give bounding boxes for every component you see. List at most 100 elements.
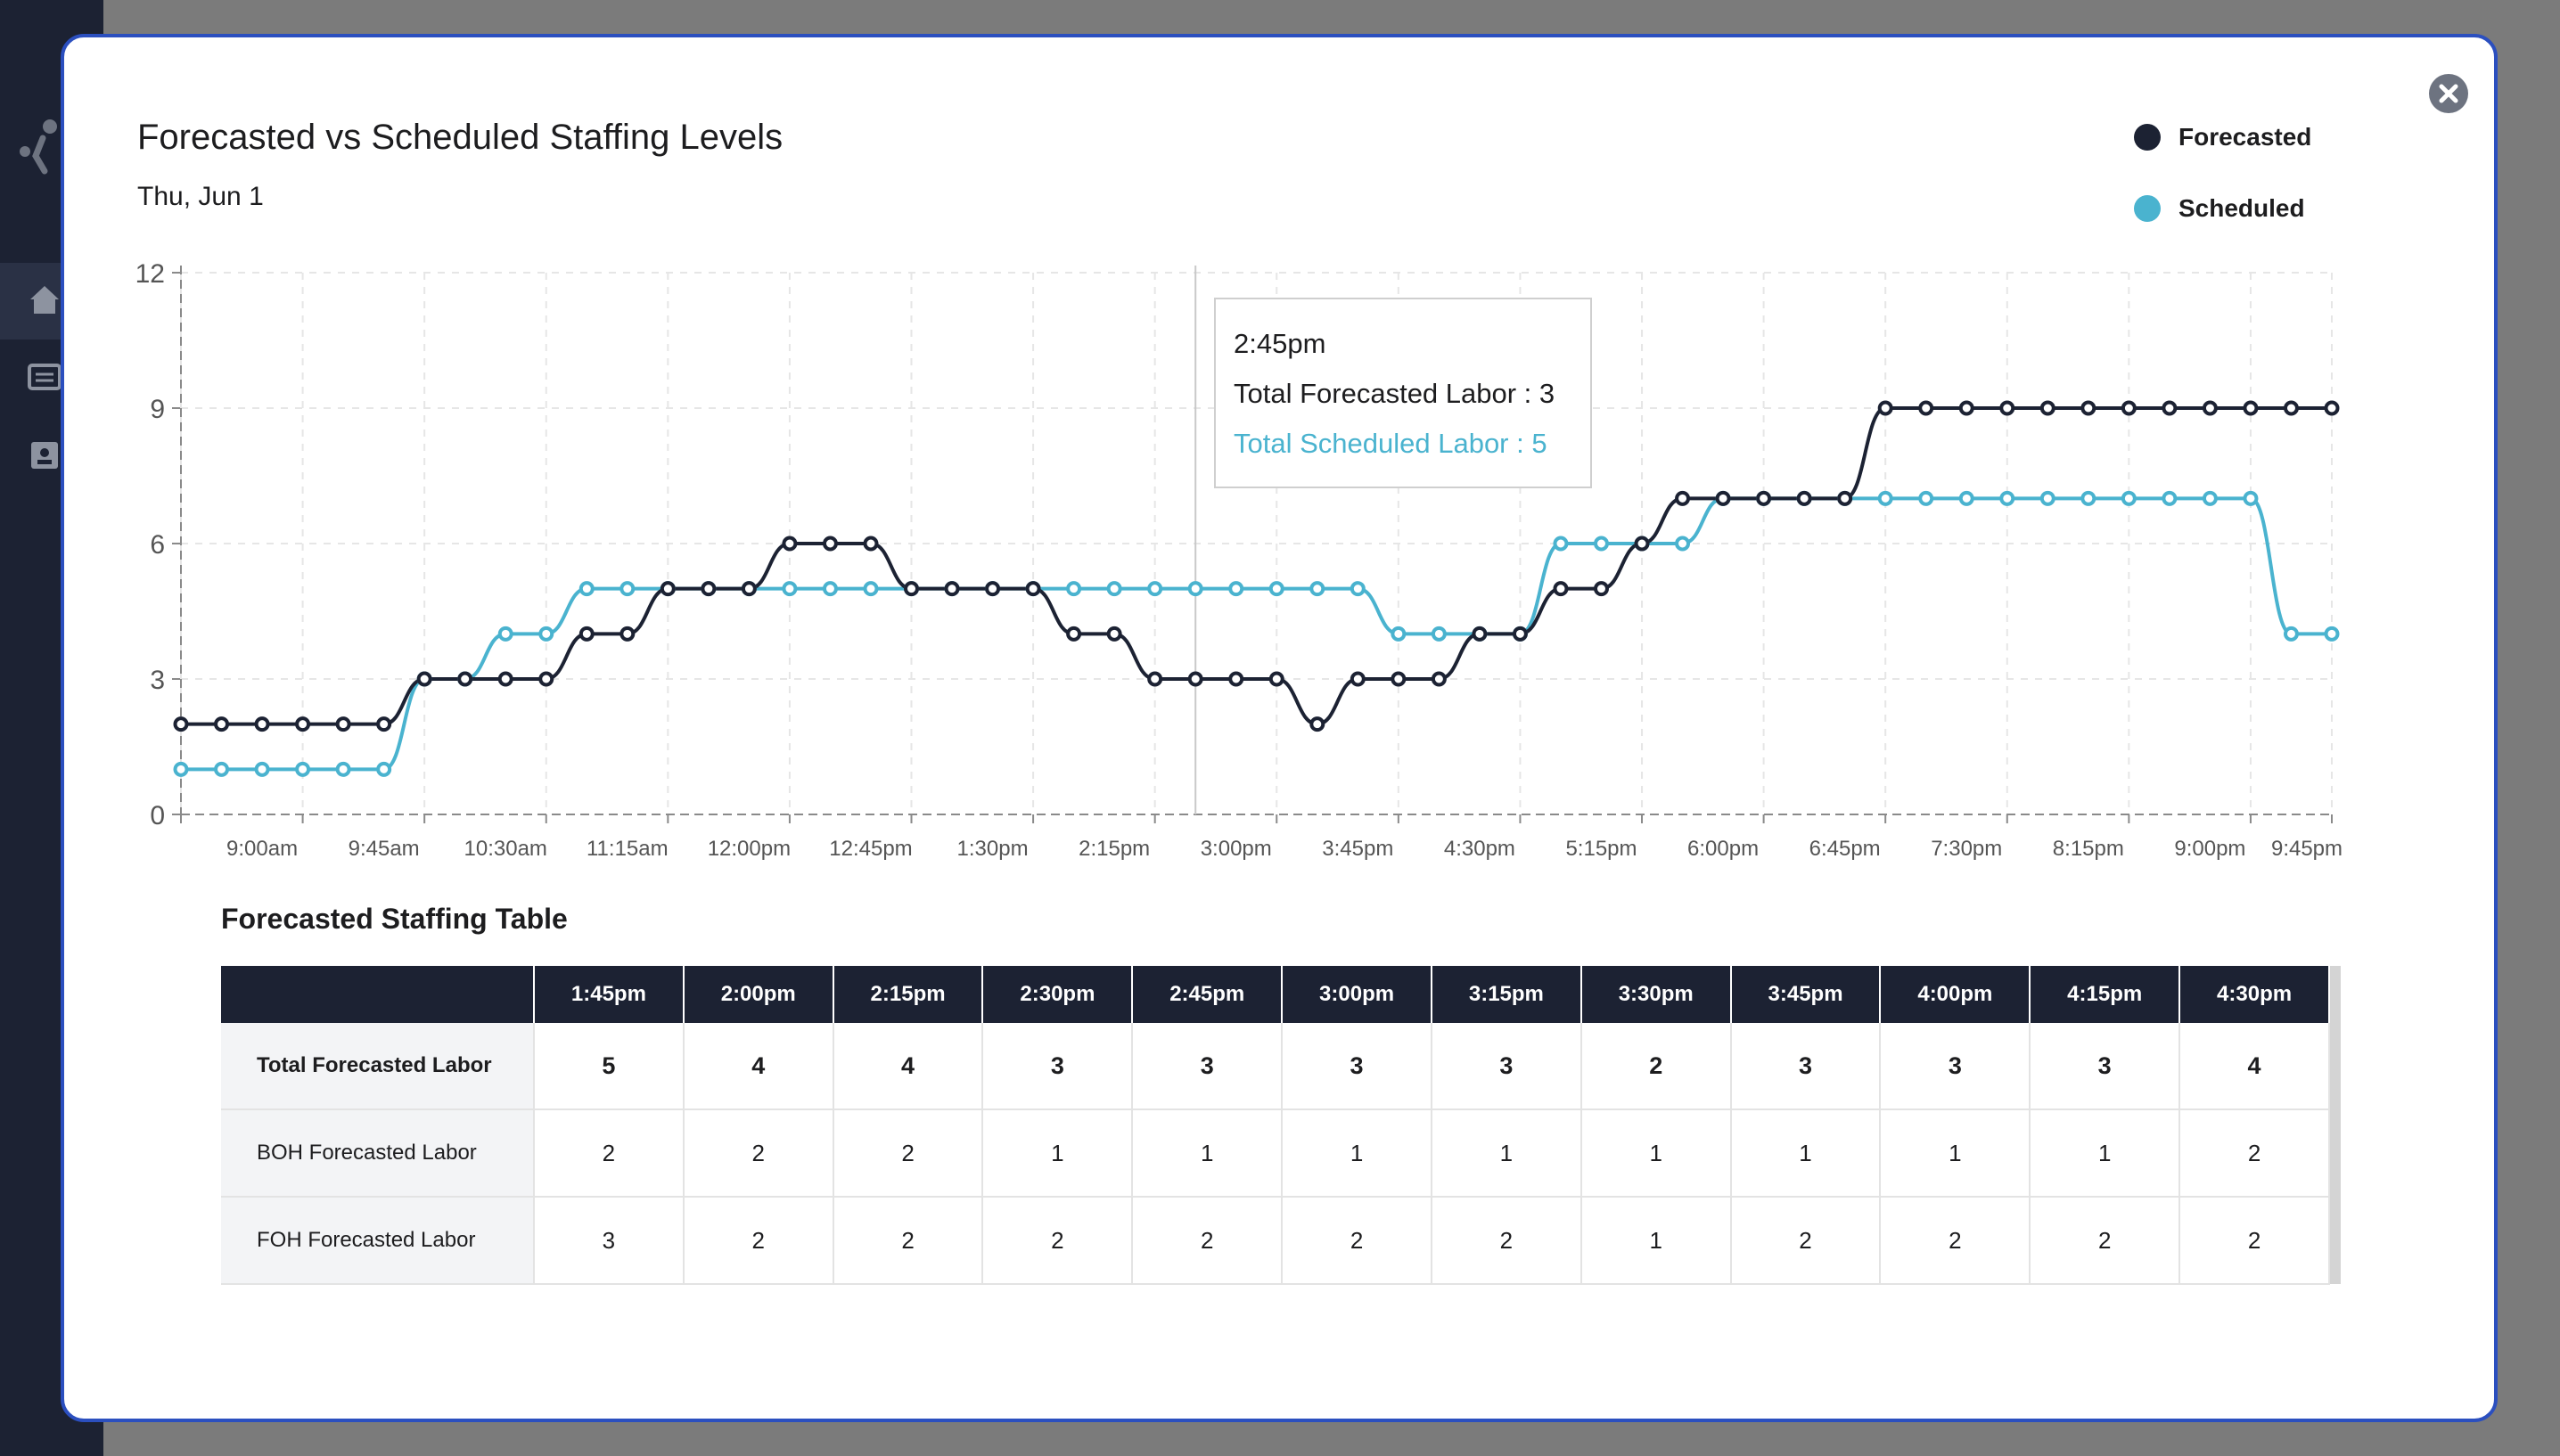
chart-tooltip: 2:45pm Total Forecasted Labor : 3 Total …	[1214, 298, 1592, 488]
table-cell: 3	[534, 1197, 685, 1285]
table-cell: 2	[683, 1109, 834, 1198]
table-cell: 2	[1431, 1197, 1582, 1285]
data-point-scheduled	[1593, 536, 1609, 552]
data-point-forecasted	[578, 626, 595, 642]
table-cell: 2	[534, 1109, 685, 1198]
y-tick-label: 0	[150, 801, 165, 830]
staffing-table-scroll[interactable]: 1:45pm 2:00pm 2:15pm 2:30pm 2:45pm 3:00pm 3:15…	[221, 966, 2341, 1322]
table-scroll-edge	[2329, 1023, 2341, 1109]
tooltip-scheduled: Total Scheduled Labor : 5	[1234, 428, 1547, 459]
data-point-forecasted	[660, 581, 676, 597]
data-point-forecasted	[741, 581, 757, 597]
table-cell: 5	[534, 1023, 685, 1110]
table-title: Forecasted Staffing Table	[221, 903, 568, 935]
data-point-forecasted	[1309, 716, 1325, 732]
x-tick-label: 12:00pm	[708, 837, 791, 861]
table-row-label: Total Forecasted Labor	[221, 1023, 535, 1110]
data-point-scheduled	[1350, 581, 1366, 597]
y-tick-label: 9	[150, 395, 165, 424]
data-point-scheduled	[1309, 581, 1325, 597]
table-column-header: 2:45pm	[1132, 966, 1284, 1023]
table-cell: 3	[1431, 1023, 1582, 1110]
table-cell: 1	[1580, 1109, 1732, 1198]
data-point-forecasted	[376, 716, 392, 732]
y-tick-label: 3	[150, 666, 165, 695]
table-cell: 1	[1730, 1109, 1882, 1198]
data-point-forecasted	[2162, 400, 2178, 416]
table-cell: 3	[1730, 1023, 1882, 1110]
data-point-scheduled	[1268, 581, 1284, 597]
badge-icon[interactable]	[27, 437, 62, 472]
data-point-forecasted	[1431, 671, 1447, 687]
tooltip-time: 2:45pm	[1234, 328, 1326, 359]
data-point-forecasted	[2039, 400, 2055, 416]
data-point-forecasted	[335, 716, 351, 732]
data-point-forecasted	[1391, 671, 1407, 687]
table-cell: 3	[2030, 1023, 2181, 1110]
data-point-forecasted	[2202, 400, 2218, 416]
data-point-forecasted	[1350, 671, 1366, 687]
data-point-forecasted	[1593, 581, 1609, 597]
data-point-scheduled	[214, 761, 230, 777]
data-point-scheduled	[1147, 581, 1163, 597]
table-cell: 2	[982, 1197, 1134, 1285]
table-column-header: 3:00pm	[1282, 966, 1432, 1023]
data-point-scheduled	[2202, 490, 2218, 506]
table-cell: 1	[2030, 1109, 2181, 1198]
table-cell: 2	[1880, 1197, 2031, 1285]
data-point-scheduled	[335, 761, 351, 777]
data-point-forecasted	[1187, 671, 1203, 687]
x-tick-label: 9:45am	[349, 837, 420, 861]
data-point-forecasted	[2121, 400, 2137, 416]
table-column-header: 2:15pm	[833, 966, 984, 1023]
data-point-scheduled	[2283, 626, 2299, 642]
x-tick-label: 10:30am	[464, 837, 547, 861]
staffing-table: 1:45pm 2:00pm 2:15pm 2:30pm 2:45pm 3:00pm 3:15…	[221, 966, 2341, 1285]
data-point-forecasted	[1918, 400, 1934, 416]
data-point-forecasted	[1553, 581, 1569, 597]
table-column-header: 1:45pm	[534, 966, 685, 1023]
data-point-forecasted	[863, 536, 879, 552]
data-point-scheduled	[822, 581, 838, 597]
table-column-header: 3:45pm	[1730, 966, 1882, 1023]
table-row-label: FOH Forecasted Labor	[221, 1197, 535, 1285]
table-cell: 1	[1282, 1109, 1432, 1198]
data-point-forecasted	[782, 536, 798, 552]
table-cell: 2	[1580, 1023, 1732, 1110]
y-tick-label: 6	[150, 530, 165, 560]
x-tick-label: 12:45pm	[829, 837, 912, 861]
table-scroll-edge	[2329, 1197, 2341, 1284]
x-tick-label: 3:45pm	[1322, 837, 1393, 861]
data-point-forecasted	[1756, 490, 1772, 506]
logo-icon[interactable]	[16, 116, 61, 178]
data-point-scheduled	[254, 761, 270, 777]
table-cell: 4	[833, 1023, 984, 1110]
table-scroll-edge	[2329, 1109, 2341, 1197]
data-point-scheduled	[1228, 581, 1244, 597]
data-point-forecasted	[701, 581, 717, 597]
data-point-scheduled	[1066, 581, 1082, 597]
data-point-forecasted	[1877, 400, 1893, 416]
x-tick-label: 4:30pm	[1444, 837, 1515, 861]
table-cell: 1	[1580, 1197, 1732, 1285]
data-point-forecasted	[1796, 490, 1812, 506]
x-tick-label: 2:15pm	[1079, 837, 1150, 861]
data-point-scheduled	[1675, 536, 1691, 552]
home-icon[interactable]	[27, 282, 62, 317]
table-cell: 3	[982, 1023, 1134, 1110]
table-cell: 4	[2179, 1023, 2330, 1110]
table-cell: 2	[2030, 1197, 2181, 1285]
x-tick-label: 9:45pm	[2271, 837, 2343, 861]
table-cell: 3	[1880, 1023, 2031, 1110]
table-column-header: 3:15pm	[1431, 966, 1582, 1023]
data-point-forecasted	[1675, 490, 1691, 506]
data-point-forecasted	[985, 581, 1001, 597]
x-tick-label: 6:00pm	[1687, 837, 1759, 861]
data-point-scheduled	[173, 761, 189, 777]
data-point-forecasted	[1634, 536, 1650, 552]
table-column-header: 3:30pm	[1580, 966, 1732, 1023]
table-cell: 3	[1132, 1023, 1284, 1110]
data-point-forecasted	[1715, 490, 1731, 506]
data-point-scheduled	[1106, 581, 1122, 597]
schedule-icon[interactable]	[27, 360, 62, 396]
